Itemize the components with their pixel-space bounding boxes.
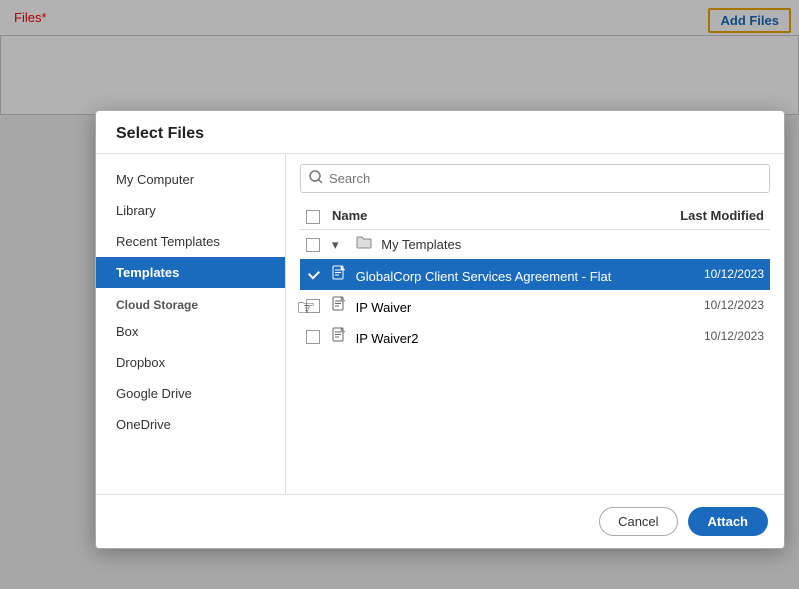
select-files-modal: Select Files My Computer Library Recent … xyxy=(95,110,785,549)
table-row[interactable]: IP Waiver2 10/12/2023 xyxy=(300,321,770,352)
file3-date: 10/12/2023 xyxy=(660,321,770,352)
file1-date: 10/12/2023 xyxy=(660,259,770,290)
sidebar: My Computer Library Recent Templates Tem… xyxy=(96,154,286,494)
modal-body: My Computer Library Recent Templates Tem… xyxy=(96,154,784,494)
cloud-storage-section-label: Cloud Storage xyxy=(96,288,285,316)
search-input[interactable] xyxy=(329,171,761,186)
file1-checkbox[interactable] xyxy=(306,268,320,282)
file-table: Name Last Modified ▾ xyxy=(300,203,770,352)
name-column-header: Name xyxy=(326,203,660,229)
folder-checkbox[interactable] xyxy=(306,238,320,252)
modal-title: Select Files xyxy=(96,111,784,154)
select-all-checkbox[interactable] xyxy=(306,210,320,224)
file3-checkbox[interactable] xyxy=(306,330,320,344)
sidebar-item-my-computer[interactable]: My Computer xyxy=(96,164,285,195)
table-row[interactable]: IP Waiver 10/12/2023 xyxy=(300,290,770,321)
file3-checkbox-cell xyxy=(300,321,326,352)
sidebar-item-onedrive[interactable]: OneDrive xyxy=(96,409,285,440)
attach-button[interactable]: Attach xyxy=(688,507,768,536)
file-icon xyxy=(332,296,346,312)
file2-name-cell: IP Waiver xyxy=(326,290,660,321)
folder-name-cell: ▾ My Templates xyxy=(326,229,660,259)
table-row[interactable]: GlobalCorp Client Services Agreement - F… xyxy=(300,259,770,290)
file1-name: GlobalCorp Client Services Agreement - F… xyxy=(356,269,612,284)
sidebar-item-library[interactable]: Library xyxy=(96,195,285,226)
file2-name: IP Waiver xyxy=(356,300,412,315)
file1-checkbox-cell xyxy=(300,259,326,290)
folder-row[interactable]: ▾ My Templates xyxy=(300,229,770,259)
sidebar-item-dropbox[interactable]: Dropbox xyxy=(96,347,285,378)
file1-name-cell: GlobalCorp Client Services Agreement - F… xyxy=(326,259,660,290)
folder-icon xyxy=(356,236,372,249)
file-icon xyxy=(332,327,346,343)
search-icon xyxy=(309,170,323,187)
sidebar-item-box[interactable]: Box xyxy=(96,316,285,347)
cancel-button[interactable]: Cancel xyxy=(599,507,677,536)
file2-date: 10/12/2023 xyxy=(660,290,770,321)
file3-name: IP Waiver2 xyxy=(356,331,419,346)
header-checkbox-cell xyxy=(300,203,326,229)
sidebar-item-templates[interactable]: Templates xyxy=(96,257,285,288)
file-icon xyxy=(332,265,346,281)
folder-name: My Templates xyxy=(381,237,461,252)
expand-toggle-icon[interactable]: ▾ xyxy=(332,237,348,253)
sidebar-item-google-drive[interactable]: Google Drive xyxy=(96,378,285,409)
last-modified-column-header: Last Modified xyxy=(660,203,770,229)
folder-checkbox-cell xyxy=(300,229,326,259)
folder-date-cell xyxy=(660,229,770,259)
search-bar[interactable] xyxy=(300,164,770,193)
file3-name-cell: IP Waiver2 xyxy=(326,321,660,352)
modal-footer: Cancel Attach xyxy=(96,494,784,548)
content-area: Name Last Modified ▾ xyxy=(286,154,784,494)
file2-checkbox[interactable] xyxy=(306,299,320,313)
file2-checkbox-cell xyxy=(300,290,326,321)
sidebar-item-recent-templates[interactable]: Recent Templates xyxy=(96,226,285,257)
